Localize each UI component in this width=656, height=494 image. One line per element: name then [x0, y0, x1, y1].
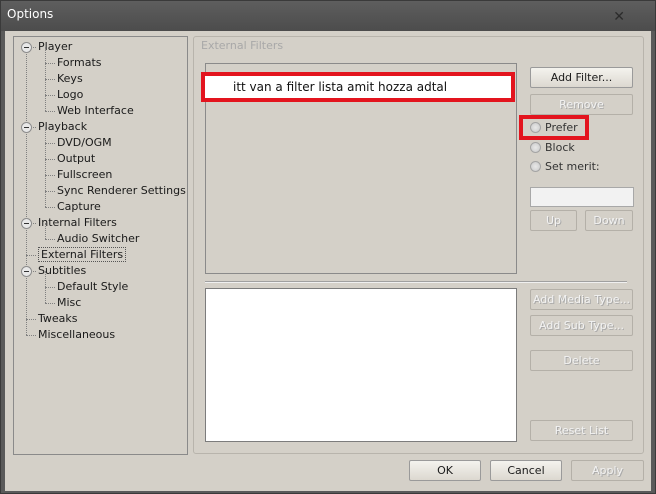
- add-media-type-button[interactable]: Add Media Type...: [530, 289, 633, 310]
- add-sub-type-button[interactable]: Add Sub Type...: [530, 315, 633, 336]
- tree-item[interactable]: External Filters: [38, 247, 127, 262]
- tree-connector: [45, 95, 46, 111]
- tree-connector: [45, 223, 46, 239]
- tree-connector: [45, 191, 55, 192]
- tree-item[interactable]: Audio Switcher: [57, 231, 139, 246]
- group-title: External Filters: [199, 39, 286, 52]
- tree-connector: [45, 287, 46, 303]
- collapse-toggle-icon[interactable]: [21, 266, 32, 277]
- tree-item[interactable]: Capture: [57, 199, 101, 214]
- tree-connector: [26, 319, 36, 320]
- tree-item[interactable]: Keys: [57, 71, 83, 86]
- collapse-toggle-icon[interactable]: [21, 122, 32, 133]
- options-tree[interactable]: Player Formats Keys Logo Web Interface Playba…: [13, 36, 188, 455]
- tree-connector: [45, 127, 46, 143]
- tree-connector: [26, 335, 36, 336]
- radio-label: Block: [545, 140, 575, 154]
- filter-list-annotation: itt van a filter lista amit hozza adtal: [201, 72, 515, 102]
- tree-connector: [45, 159, 46, 175]
- tree-item[interactable]: Sync Renderer Settings: [57, 183, 186, 198]
- tree-item[interactable]: Web Interface: [57, 103, 134, 118]
- tree-connector: [45, 47, 46, 63]
- options-window: Options ✕ Player Formats Keys Logo Web Inter…: [0, 0, 656, 494]
- tree-connector: [45, 79, 55, 80]
- tree-connector: [26, 47, 27, 335]
- tree-item[interactable]: Internal Filters: [38, 215, 117, 230]
- tree-connector: [45, 63, 46, 79]
- tree-connector: [45, 111, 55, 112]
- radio-label: Set merit:: [545, 159, 600, 173]
- tree-connector: [45, 191, 46, 207]
- collapse-toggle-icon[interactable]: [21, 42, 32, 53]
- apply-button[interactable]: Apply: [571, 460, 644, 481]
- title-bar[interactable]: Options ✕: [1, 1, 655, 31]
- tree-connector: [45, 207, 55, 208]
- tree-connector: [45, 143, 55, 144]
- tree-connector: [45, 95, 55, 96]
- block-radio[interactable]: Block: [530, 139, 575, 155]
- delete-button[interactable]: Delete: [530, 350, 633, 371]
- tree-item[interactable]: Player: [38, 39, 72, 54]
- ok-button[interactable]: OK: [409, 460, 481, 481]
- prefer-radio[interactable]: Prefer: [530, 119, 578, 135]
- annotation-text: itt van a filter lista amit hozza adtal: [233, 80, 448, 94]
- tree-connector: [45, 239, 55, 240]
- tree-item[interactable]: Tweaks: [38, 311, 78, 326]
- merit-input[interactable]: [530, 187, 634, 207]
- remove-button[interactable]: Remove: [530, 94, 633, 115]
- reset-list-button[interactable]: Reset List: [530, 420, 633, 441]
- tree-connector: [45, 303, 55, 304]
- collapse-toggle-icon[interactable]: [21, 218, 32, 229]
- external-filters-group: External Filters itt van a filter lista …: [193, 36, 644, 454]
- tree-connector: [45, 175, 46, 191]
- set-merit-radio[interactable]: Set merit:: [530, 158, 600, 174]
- radio-icon: [530, 141, 541, 153]
- tree-connector: [45, 271, 46, 287]
- tree-connector: [45, 63, 55, 64]
- tree-connector: [45, 287, 55, 288]
- tree-item[interactable]: Fullscreen: [57, 167, 112, 182]
- tree-item[interactable]: Miscellaneous: [38, 327, 115, 342]
- tree-connector: [26, 255, 36, 256]
- up-button[interactable]: Up: [530, 210, 577, 231]
- dialog-client-area: Player Formats Keys Logo Web Interface Playba…: [5, 31, 651, 491]
- tree-connector: [45, 175, 55, 176]
- tree-connector: [45, 159, 55, 160]
- tree-connector: [45, 143, 46, 159]
- down-button[interactable]: Down: [585, 210, 633, 231]
- tree-item[interactable]: Misc: [57, 295, 81, 310]
- close-icon[interactable]: ✕: [613, 9, 625, 25]
- cancel-button[interactable]: Cancel: [490, 460, 562, 481]
- radio-icon: [530, 121, 541, 133]
- radio-icon: [530, 160, 541, 172]
- tree-item[interactable]: Formats: [57, 55, 102, 70]
- window-title: Options: [7, 7, 54, 21]
- tree-item[interactable]: Logo: [57, 87, 83, 102]
- tree-item[interactable]: DVD/OGM: [57, 135, 112, 150]
- tree-item[interactable]: Default Style: [57, 279, 128, 294]
- add-filter-button[interactable]: Add Filter...: [530, 67, 633, 88]
- separator: [205, 281, 627, 283]
- media-type-list[interactable]: [205, 288, 517, 442]
- radio-label: Prefer: [545, 120, 578, 134]
- tree-item[interactable]: Output: [57, 151, 95, 166]
- tree-connector: [45, 79, 46, 95]
